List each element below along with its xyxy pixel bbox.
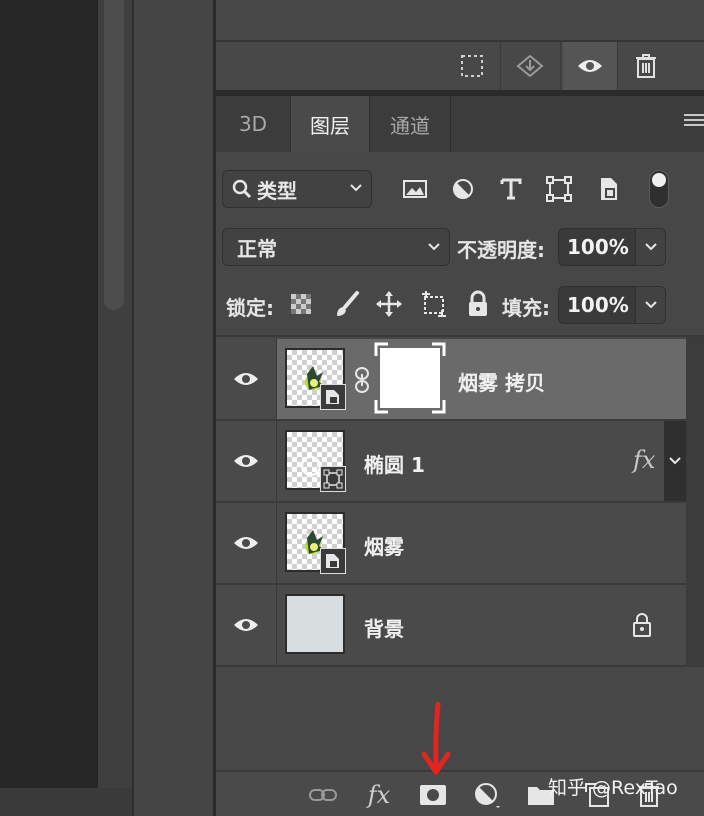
fill-label: 填充: (502, 296, 550, 320)
layer-name[interactable]: 椭圆 1 (364, 449, 425, 478)
layer-mask-thumbnail[interactable] (374, 342, 446, 414)
divider (276, 339, 277, 419)
fill-input[interactable]: 100% (558, 286, 636, 324)
layer-visibility-toggle[interactable] (216, 421, 276, 501)
lock-artboard-icon[interactable] (420, 290, 448, 318)
layer-thumbnail[interactable] (285, 594, 345, 654)
eye-icon (234, 373, 258, 385)
blend-mode-select[interactable]: 正常 (222, 228, 450, 266)
chevron-down-icon (644, 243, 657, 251)
red-arrow-annotation-icon (418, 701, 454, 780)
lock-position-icon[interactable] (375, 290, 403, 318)
chevron-down-icon (669, 457, 681, 465)
opacity-dropdown-button[interactable] (636, 228, 666, 266)
status-strip (0, 788, 132, 816)
tab-layers[interactable]: 图层 (291, 96, 369, 152)
filter-toggle[interactable] (649, 170, 669, 208)
canvas-scrollbar-thumb[interactable] (104, 0, 124, 310)
shape-layer-badge-icon (320, 466, 346, 492)
blend-mode-label: 正常 (237, 236, 277, 261)
link-layers-icon[interactable] (306, 778, 340, 812)
add-mask-icon[interactable] (416, 778, 450, 812)
divider (276, 421, 277, 501)
opacity-input[interactable]: 100% (558, 228, 636, 266)
fx-icon[interactable]: fx (362, 778, 396, 812)
divider (500, 42, 501, 90)
eye-icon (234, 537, 258, 549)
side-panel-column (134, 0, 214, 816)
opacity-label: 不透明度: (457, 238, 545, 262)
chevron-down-icon (350, 184, 362, 192)
layer-visibility-toggle[interactable] (216, 503, 276, 583)
selection-icon[interactable] (448, 42, 496, 90)
adjustment-filter-icon[interactable] (448, 174, 478, 204)
watermark: 知乎 @RexTao (548, 777, 678, 799)
divider (450, 96, 451, 152)
trash-icon[interactable] (622, 42, 670, 90)
tab-channels[interactable]: 通道 (370, 96, 450, 152)
divider (560, 42, 561, 90)
search-icon (232, 179, 252, 199)
type-filter-icon[interactable] (496, 174, 526, 204)
lock-label: 锁定: (226, 296, 274, 320)
layer-name[interactable]: 烟雾 (364, 531, 404, 560)
lock-image-pixels-icon[interactable] (333, 290, 361, 318)
divider (617, 42, 618, 90)
layer-effects-icon[interactable]: fx (633, 446, 655, 474)
layers-scrollbar[interactable] (686, 337, 704, 667)
tab-3d[interactable]: 3D (216, 96, 290, 152)
lock-icon[interactable] (630, 612, 654, 638)
layer-visibility-toggle[interactable] (216, 339, 276, 419)
layer-name[interactable]: 背景 (364, 613, 404, 642)
chevron-down-icon (644, 301, 657, 309)
filter-kind-label: 类型 (257, 178, 297, 203)
upper-panel (216, 0, 704, 40)
eye-icon (234, 455, 258, 467)
chevron-down-icon (428, 243, 440, 251)
eye-icon (234, 619, 258, 631)
panel-menu-icon[interactable] (684, 114, 704, 130)
divider (276, 503, 277, 583)
visibility-eye-icon[interactable] (563, 42, 617, 90)
smart-object-filter-icon[interactable] (594, 174, 624, 204)
divider (276, 585, 277, 665)
adjustment-layer-icon[interactable] (470, 778, 504, 812)
layer-name[interactable]: 烟雾 拷贝 (458, 367, 545, 396)
divider (216, 665, 686, 667)
smart-object-badge-icon (320, 548, 346, 574)
filter-kind-select[interactable]: 类型 (222, 170, 372, 208)
lock-all-icon[interactable] (466, 290, 490, 318)
lock-transparent-pixels-icon[interactable] (290, 293, 312, 315)
mask-link-icon[interactable] (354, 366, 370, 394)
image-filter-icon[interactable] (400, 174, 430, 204)
shape-filter-icon[interactable] (544, 174, 574, 204)
load-selection-icon[interactable] (506, 42, 554, 90)
canvas-area (0, 0, 98, 788)
fill-dropdown-button[interactable] (636, 286, 666, 324)
smart-object-badge-icon (320, 384, 346, 410)
effects-expand-toggle[interactable] (664, 421, 686, 501)
layer-visibility-toggle[interactable] (216, 585, 276, 665)
